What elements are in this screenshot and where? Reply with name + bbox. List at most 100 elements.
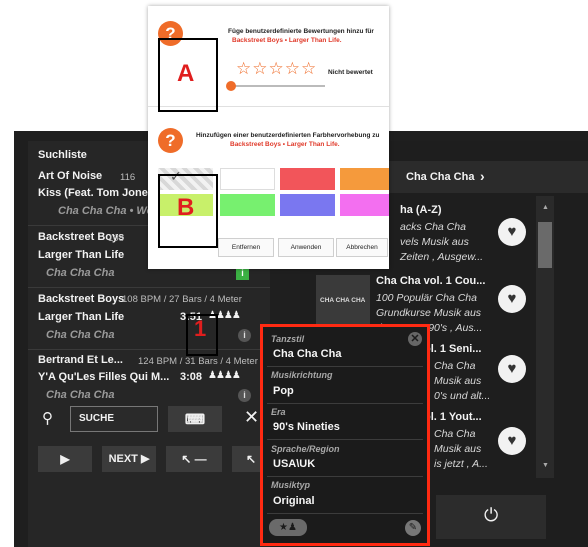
track-title: Y'A Qu'Les Filles Qui M...	[38, 371, 170, 383]
divider	[28, 349, 270, 350]
item-title: ha (A-Z)	[400, 204, 442, 216]
divider	[28, 287, 270, 288]
field-label-region: Sprache/Region	[271, 444, 340, 454]
item-desc: 0's und alt...	[434, 390, 491, 402]
search-list-title: Suchliste	[38, 149, 87, 161]
thumb-text: CHA CHA CHA	[320, 297, 366, 304]
divider	[267, 476, 423, 477]
chevron-right-icon[interactable]: ›	[480, 168, 485, 184]
color-prompt: Hinzufügen einer benutzerdefinierten Far…	[196, 132, 380, 139]
field-label-dance: Tanzstil	[271, 334, 305, 344]
heart-icon[interactable]: ♥	[498, 218, 526, 246]
divider	[267, 513, 423, 514]
close-icon[interactable]: ✕	[244, 407, 259, 428]
track-details-panel: ✕ Tanzstil Cha Cha Cha Musikrichtung Pop…	[260, 324, 430, 546]
rating-dancers-icon[interactable]: ★♟	[269, 519, 307, 536]
field-value-region: USA\UK	[273, 458, 316, 470]
scroll-up-icon[interactable]: ▲	[542, 204, 549, 211]
dancers-icon: ♟♟♟♟	[208, 370, 241, 381]
track-dance: Cha Cha Cha	[46, 267, 115, 279]
search-placeholder: SUCHE	[79, 413, 115, 424]
color-swatch-orange[interactable]	[340, 168, 389, 190]
remove-button[interactable]: Entfernen	[218, 238, 274, 257]
track-row[interactable]: Bertrand Et Le... 124 BPM / 31 Bars / 4 …	[28, 351, 270, 409]
color-swatch-pink[interactable]	[340, 194, 389, 216]
item-desc: acks Cha Cha	[400, 221, 466, 233]
divider	[267, 403, 423, 404]
track-artist: Art Of Noise	[38, 170, 103, 182]
move-button[interactable]: ↖ —	[166, 446, 222, 472]
item-desc: Grundkurse Musik aus	[376, 307, 482, 319]
apply-button[interactable]: Anwenden	[278, 238, 334, 257]
edit-icon[interactable]: ✎	[405, 520, 421, 536]
keyboard-button[interactable]: ⌨	[168, 406, 222, 432]
annotation-box-1: 1	[186, 314, 218, 356]
track-dance: Cha Cha Cha	[46, 329, 115, 341]
rating-slider-track[interactable]	[228, 85, 325, 87]
next-button[interactable]: NEXT ▶	[102, 446, 156, 472]
field-label-type: Musiktyp	[271, 480, 311, 490]
track-bpm: 108 BPM / 27 Bars / 4 Meter	[122, 294, 242, 305]
color-swatch-white[interactable]	[220, 168, 275, 190]
field-label-genre: Musikrichtung	[271, 370, 333, 380]
track-artist: Bertrand Et Le...	[38, 354, 123, 366]
power-icon: ⏻	[484, 505, 499, 525]
track-title: Larger Than Life	[38, 311, 125, 323]
scrollbar-thumb[interactable]	[538, 222, 552, 268]
color-swatch-green[interactable]	[220, 194, 275, 216]
color-track-name: Backstreet Boys • Larger Than Life.	[230, 141, 340, 148]
color-swatch-red[interactable]	[280, 168, 335, 190]
album-thumbnail: CHA CHA CHA	[316, 275, 370, 331]
annotation-label-a: A	[177, 60, 195, 87]
track-dance: Cha Cha Cha	[46, 389, 115, 401]
divider	[267, 439, 423, 440]
heart-icon[interactable]: ♥	[498, 355, 526, 383]
track-title: Kiss (Feat. Tom Jones	[38, 187, 154, 199]
color-swatch-blue[interactable]	[280, 194, 335, 216]
question-icon: ?	[158, 128, 183, 153]
track-row[interactable]: Backstreet Boys 108 BPM / 27 Bars / 4 Me…	[28, 289, 270, 347]
heart-icon[interactable]: ♥	[498, 285, 526, 313]
item-desc: 100 Populär Cha Cha	[376, 292, 477, 304]
item-desc: Cha Cha	[434, 360, 476, 372]
rating-track-name: Backstreet Boys • Larger Than Life.	[232, 37, 342, 44]
rating-status: Nicht bewertet	[328, 69, 373, 76]
scroll-down-icon[interactable]: ▼	[542, 462, 549, 469]
play-button[interactable]: ▶	[38, 446, 92, 472]
track-artist: Backstreet Boys	[38, 293, 125, 305]
info-icon[interactable]: i	[238, 329, 251, 342]
field-value-era: 90's Nineties	[273, 421, 340, 433]
info-icon[interactable]: i	[238, 389, 251, 402]
close-icon[interactable]: ✕	[408, 332, 422, 346]
track-bpm: 116	[120, 172, 136, 183]
search-input[interactable]: SUCHE	[70, 406, 158, 432]
rating-slider-handle[interactable]	[226, 81, 236, 91]
playlist-header-title: Cha Cha Cha	[406, 171, 475, 183]
search-icon: ⚲	[42, 410, 53, 427]
item-title: ol. 1 Yout...	[424, 411, 482, 423]
field-label-era: Era	[271, 407, 286, 417]
power-button[interactable]: ⏻	[436, 495, 546, 539]
heart-icon[interactable]: ♥	[498, 427, 526, 455]
star-rating[interactable]: ☆☆☆☆☆	[236, 59, 317, 79]
annotation-label-b: B	[177, 194, 195, 221]
track-bpm: 124 BPM / 31 Bars / 4 Meter	[138, 356, 258, 367]
item-desc: Cha Cha	[434, 428, 476, 440]
scrollbar[interactable]: ▲ ▼	[536, 196, 554, 478]
field-value-dance: Cha Cha Cha	[273, 348, 342, 360]
item-desc: Musik aus	[434, 443, 482, 455]
cancel-button[interactable]: Abbrechen	[336, 238, 388, 257]
field-value-type: Original	[273, 495, 315, 507]
track-bpm: 108	[108, 233, 124, 244]
item-desc: vels Musik aus	[400, 236, 469, 248]
item-desc: is jetzt , A...	[434, 458, 488, 470]
rating-prompt: Füge benutzerdefinierte Bewertungen hinz…	[228, 28, 374, 35]
track-title: Larger Than Life	[38, 249, 125, 261]
divider	[267, 366, 423, 367]
annotation-label-1: 1	[194, 316, 207, 341]
field-value-genre: Pop	[273, 385, 294, 397]
annotation-box-b: B	[158, 174, 218, 248]
item-title: ol. 1 Seni...	[424, 343, 482, 355]
track-duration: 3:08	[180, 371, 203, 383]
annotation-box-a: A	[158, 38, 218, 112]
